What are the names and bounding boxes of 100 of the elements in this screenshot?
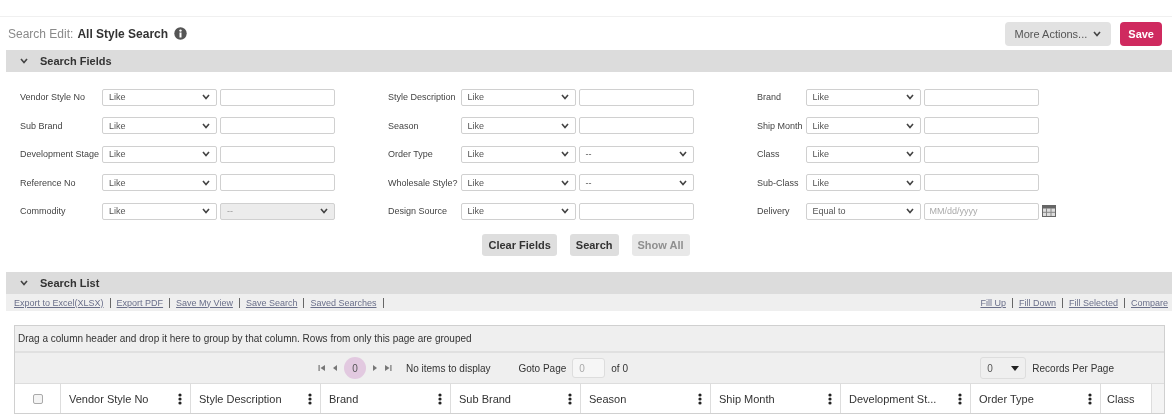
- caret-icon: [1011, 365, 1020, 371]
- chevron-icon: [560, 94, 569, 101]
- per-page-label: Records Per Page: [1032, 362, 1114, 374]
- value-field[interactable]: [578, 202, 694, 220]
- operator-dropdown[interactable]: Like: [102, 174, 218, 192]
- page-title: All Style Search: [77, 26, 169, 41]
- operator-dropdown[interactable]: Like: [460, 145, 576, 163]
- value-field[interactable]: [923, 145, 1039, 163]
- column-header[interactable]: Ship Month: [710, 384, 840, 413]
- chevron-icon: [560, 151, 569, 158]
- value-field[interactable]: [923, 88, 1039, 106]
- field-label: Ship Month: [757, 120, 803, 131]
- chevron-icon: [320, 208, 329, 215]
- column-header[interactable]: Vendor Style No: [60, 384, 190, 413]
- operator-dropdown[interactable]: Like: [805, 88, 921, 106]
- chevron-icon: [560, 179, 569, 186]
- calendar-icon[interactable]: [1041, 205, 1056, 218]
- chevron-icon: [202, 208, 211, 215]
- value-field[interactable]: [923, 174, 1039, 192]
- operator-dropdown[interactable]: Like: [460, 174, 576, 192]
- pager-status: No items to display: [406, 362, 491, 374]
- kebab-menu-icon[interactable]: [308, 392, 312, 405]
- value-field[interactable]: [578, 88, 694, 106]
- more-actions-button[interactable]: More Actions...: [1004, 21, 1112, 46]
- column-header[interactable]: Development St...: [840, 384, 970, 413]
- toolbar-link[interactable]: Saved Searches: [306, 297, 381, 308]
- kebab-menu-icon[interactable]: [1088, 392, 1092, 405]
- toolbar-link[interactable]: Export PDF: [112, 297, 168, 308]
- chevron-icon: [202, 151, 211, 158]
- toolbar-link[interactable]: Fill Selected: [1064, 297, 1122, 308]
- last-page-icon[interactable]: [384, 364, 392, 372]
- caret-icon: [1093, 30, 1102, 37]
- operator-dropdown[interactable]: Like: [460, 88, 576, 106]
- field-label: Design Source: [388, 206, 449, 217]
- field-label: Style Description: [388, 92, 457, 103]
- field-label: Commodity: [20, 206, 67, 217]
- kebab-menu-icon[interactable]: [178, 392, 182, 405]
- value-field[interactable]: [220, 88, 336, 106]
- operator-dropdown[interactable]: Like: [102, 145, 218, 163]
- goto-label: Goto Page: [518, 362, 567, 374]
- date-field[interactable]: MM/dd/yyyy: [923, 202, 1039, 220]
- chevron-icon: [905, 94, 914, 101]
- value-field[interactable]: [220, 117, 336, 135]
- toolbar-link[interactable]: Save Search: [241, 297, 302, 308]
- page-button[interactable]: 0: [344, 357, 366, 379]
- chevron-icon: [905, 122, 914, 129]
- select-all-checkbox[interactable]: [32, 393, 43, 404]
- operator-dropdown[interactable]: Like: [102, 117, 218, 135]
- section-title: Search Fields: [40, 55, 112, 67]
- next-page-icon[interactable]: [372, 364, 378, 372]
- operator-dropdown[interactable]: Like: [805, 145, 921, 163]
- field-label: Brand: [757, 92, 783, 103]
- operator-dropdown[interactable]: Like: [805, 174, 921, 192]
- chevron-icon: [905, 179, 914, 186]
- operator-dropdown[interactable]: Like: [805, 117, 921, 135]
- chevron-icon: [560, 122, 569, 129]
- chevron-icon: [202, 94, 211, 101]
- field-label: Sub-Class: [757, 177, 800, 188]
- toolbar-link[interactable]: Export to Excel(XLSX): [10, 297, 108, 308]
- operator-dropdown[interactable]: Like: [102, 88, 218, 106]
- value-field[interactable]: [578, 117, 694, 135]
- value-dropdown[interactable]: --: [578, 145, 694, 163]
- operator-dropdown[interactable]: Like: [460, 202, 576, 220]
- form-button[interactable]: Clear Fields: [482, 233, 557, 256]
- operator-dropdown[interactable]: Like: [460, 117, 576, 135]
- kebab-menu-icon[interactable]: [828, 392, 832, 405]
- value-field[interactable]: [923, 117, 1039, 135]
- toolbar-link[interactable]: Fill Up: [976, 297, 1010, 308]
- chevron-icon: [202, 122, 211, 129]
- field-label: Class: [757, 149, 781, 160]
- column-header[interactable]: Brand: [320, 384, 450, 413]
- first-page-icon[interactable]: [318, 364, 326, 372]
- info-icon: [174, 27, 188, 40]
- toolbar-link[interactable]: Save My View: [172, 297, 237, 308]
- chevron-icon: [560, 208, 569, 215]
- kebab-menu-icon[interactable]: [568, 392, 572, 405]
- chevron-icon: [678, 151, 687, 158]
- column-header[interactable]: Order Type: [970, 384, 1100, 413]
- save-button[interactable]: Save: [1120, 21, 1162, 46]
- per-page-dropdown[interactable]: 0: [980, 357, 1027, 379]
- value-field[interactable]: [220, 174, 336, 192]
- toolbar-link[interactable]: Fill Down: [1014, 297, 1060, 308]
- value-dropdown[interactable]: --: [578, 174, 694, 192]
- field-label: Reference No: [20, 177, 77, 188]
- field-label: Vendor Style No: [20, 92, 87, 103]
- column-header[interactable]: Season: [580, 384, 710, 413]
- operator-dropdown[interactable]: Equal to: [805, 202, 921, 220]
- page-count: of 0: [611, 362, 628, 374]
- kebab-menu-icon[interactable]: [958, 392, 962, 405]
- kebab-menu-icon[interactable]: [438, 392, 442, 405]
- previous-page-icon[interactable]: [332, 364, 338, 372]
- value-field[interactable]: [220, 145, 336, 163]
- column-header[interactable]: Style Description: [190, 384, 320, 413]
- field-label: Season: [388, 120, 420, 131]
- group-hint: Drag a column header and drop it here to group by that column. Rows from only this page are grouped: [15, 326, 1164, 353]
- column-header[interactable]: Sub Brand: [450, 384, 580, 413]
- kebab-menu-icon[interactable]: [698, 392, 702, 405]
- form-button[interactable]: Search: [569, 233, 619, 256]
- field-label: Wholesale Style?: [388, 177, 458, 188]
- toolbar-link[interactable]: Compare: [1127, 297, 1172, 308]
